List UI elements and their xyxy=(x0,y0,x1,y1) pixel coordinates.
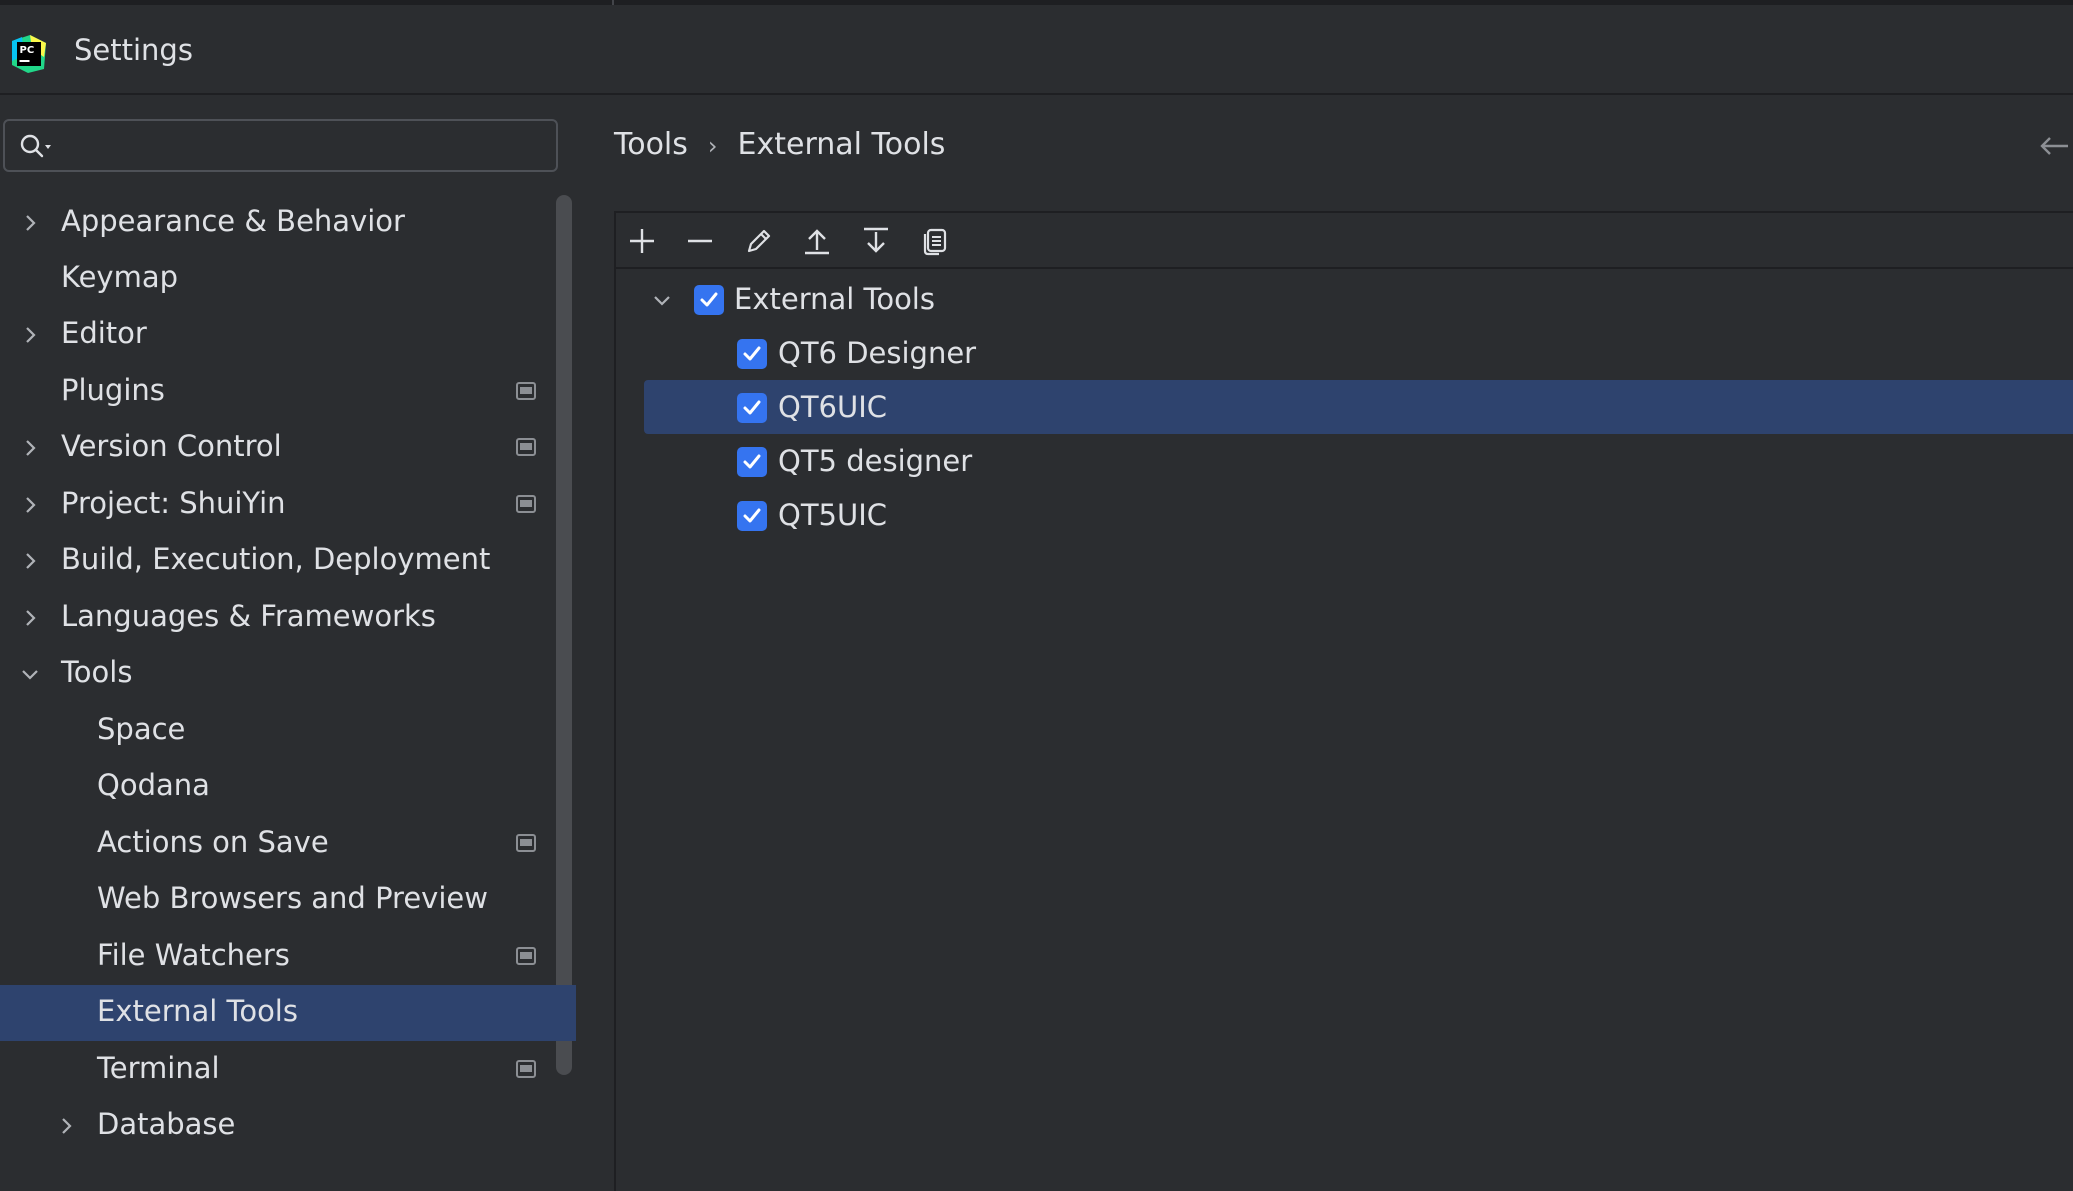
add-button[interactable] xyxy=(624,223,660,259)
sidebar-item-web-browsers[interactable]: Web Browsers and Preview xyxy=(0,872,576,928)
breadcrumb-separator: › xyxy=(707,132,718,160)
search-input[interactable] xyxy=(65,127,545,165)
sidebar-item-keymap[interactable]: Keymap xyxy=(0,251,576,307)
project-settings-icon xyxy=(516,495,536,513)
sidebar-item-version-control[interactable]: Version Control xyxy=(0,420,576,476)
settings-sidebar: Appearance & Behavior Keymap Editor Plug… xyxy=(0,97,576,1171)
search-icon[interactable] xyxy=(19,133,55,161)
sidebar-item-label: Actions on Save xyxy=(97,825,329,859)
add-icon[interactable] xyxy=(627,226,657,256)
move-down-button[interactable] xyxy=(858,223,894,259)
sidebar-item-label: Terminal xyxy=(97,1051,220,1085)
move-up-icon[interactable] xyxy=(802,226,832,256)
sidebar-item-label: Version Control xyxy=(61,429,282,463)
project-settings-icon xyxy=(516,1060,536,1078)
tool-row[interactable]: QT6 Designer xyxy=(616,326,2073,380)
tool-checkbox[interactable] xyxy=(737,501,767,531)
window-title: Settings xyxy=(74,33,193,67)
search-box[interactable] xyxy=(3,119,558,172)
breadcrumb: Tools › External Tools xyxy=(614,127,945,162)
sidebar-item-label: Plugins xyxy=(61,373,165,407)
tool-row[interactable]: QT5 designer xyxy=(616,434,2073,488)
sidebar-item-label: External Tools xyxy=(97,994,298,1028)
check-icon xyxy=(743,508,761,523)
sidebar-item-languages-frameworks[interactable]: Languages & Frameworks xyxy=(0,590,576,646)
tool-row[interactable]: QT5UIC xyxy=(616,488,2073,542)
chevron-right-icon[interactable] xyxy=(18,323,42,347)
tool-label: QT6UIC xyxy=(778,390,888,424)
chevron-right-icon[interactable] xyxy=(18,549,42,573)
sidebar-item-label: Editor xyxy=(61,316,147,350)
settings-window: PC Settings Appearance & Behavior Keymap xyxy=(0,0,2073,1191)
sidebar-item-label: Languages & Frameworks xyxy=(61,599,436,633)
sidebar-item-label: Web Browsers and Preview xyxy=(97,881,488,915)
copy-button[interactable] xyxy=(916,223,952,259)
pycharm-logo-icon: PC xyxy=(12,35,46,73)
project-settings-icon xyxy=(516,834,536,852)
back-arrow-icon[interactable] xyxy=(2038,131,2070,161)
sidebar-item-editor[interactable]: Editor xyxy=(0,307,576,363)
chevron-right-icon[interactable] xyxy=(18,606,42,630)
sidebar-item-space[interactable]: Space xyxy=(0,703,576,759)
external-tools-panel: External Tools QT6 Designer QT6UIC QT5 d… xyxy=(614,211,2073,1191)
sidebar-item-label: File Watchers xyxy=(97,938,290,972)
project-settings-icon xyxy=(516,438,536,456)
tool-label: QT5UIC xyxy=(778,498,888,532)
check-icon xyxy=(743,454,761,469)
tool-checkbox[interactable] xyxy=(737,339,767,369)
svg-text:PC: PC xyxy=(20,45,35,56)
tool-group-label: External Tools xyxy=(734,282,935,316)
sidebar-item-appearance-behavior[interactable]: Appearance & Behavior xyxy=(0,195,576,251)
group-checkbox[interactable] xyxy=(694,285,724,315)
sidebar-item-plugins[interactable]: Plugins xyxy=(0,364,576,420)
check-icon xyxy=(700,292,718,307)
sidebar-item-database[interactable]: Database xyxy=(0,1098,576,1154)
sidebar-item-label: Build, Execution, Deployment xyxy=(61,542,491,576)
chevron-right-icon[interactable] xyxy=(18,493,42,517)
chevron-right-icon[interactable] xyxy=(18,211,42,235)
tool-checkbox[interactable] xyxy=(737,447,767,477)
edit-icon[interactable] xyxy=(744,226,774,256)
sidebar-item-label: Database xyxy=(97,1107,236,1141)
tool-row-selected[interactable]: QT6UIC xyxy=(644,380,2073,434)
check-icon xyxy=(743,400,761,415)
project-settings-icon xyxy=(516,382,536,400)
chevron-right-icon[interactable] xyxy=(54,1114,78,1138)
title-bar: PC Settings xyxy=(0,5,2073,95)
breadcrumb-current: External Tools xyxy=(737,127,946,162)
chevron-down-icon[interactable] xyxy=(18,662,42,686)
tool-group-row[interactable]: External Tools xyxy=(616,272,2073,326)
breadcrumb-parent[interactable]: Tools xyxy=(614,127,688,162)
edit-button[interactable] xyxy=(741,223,777,259)
sidebar-item-terminal[interactable]: Terminal xyxy=(0,1042,576,1098)
sidebar-item-label: Project: ShuiYin xyxy=(61,486,286,520)
chevron-down-icon[interactable] xyxy=(650,288,674,312)
settings-content: Tools › External Tools External Tools QT… xyxy=(576,97,2073,1191)
sidebar-item-actions-on-save[interactable]: Actions on Save xyxy=(0,816,576,872)
chevron-right-icon[interactable] xyxy=(18,436,42,460)
move-down-icon[interactable] xyxy=(861,226,891,256)
sidebar-item-label: Tools xyxy=(61,655,133,689)
sidebar-item-label: Appearance & Behavior xyxy=(61,204,405,238)
sidebar-item-tools[interactable]: Tools xyxy=(0,646,576,702)
copy-icon[interactable] xyxy=(919,226,949,256)
sidebar-item-qodana[interactable]: Qodana xyxy=(0,759,576,815)
sidebar-item-file-watchers[interactable]: File Watchers xyxy=(0,929,576,985)
project-settings-icon xyxy=(516,947,536,965)
check-icon xyxy=(743,346,761,361)
tool-label: QT5 designer xyxy=(778,444,973,478)
tool-label: QT6 Designer xyxy=(778,336,977,370)
sidebar-item-project[interactable]: Project: ShuiYin xyxy=(0,477,576,533)
sidebar-item-label: Qodana xyxy=(97,768,210,802)
sidebar-item-label: Keymap xyxy=(61,260,179,294)
sidebar-item-build-execution-deployment[interactable]: Build, Execution, Deployment xyxy=(0,533,576,589)
sidebar-item-external-tools[interactable]: External Tools xyxy=(0,985,576,1041)
tool-checkbox[interactable] xyxy=(737,393,767,423)
remove-icon[interactable] xyxy=(685,226,715,256)
sidebar-item-label: Space xyxy=(97,712,186,746)
move-up-button[interactable] xyxy=(799,223,835,259)
tools-toolbar xyxy=(616,213,2073,269)
remove-button[interactable] xyxy=(682,223,718,259)
